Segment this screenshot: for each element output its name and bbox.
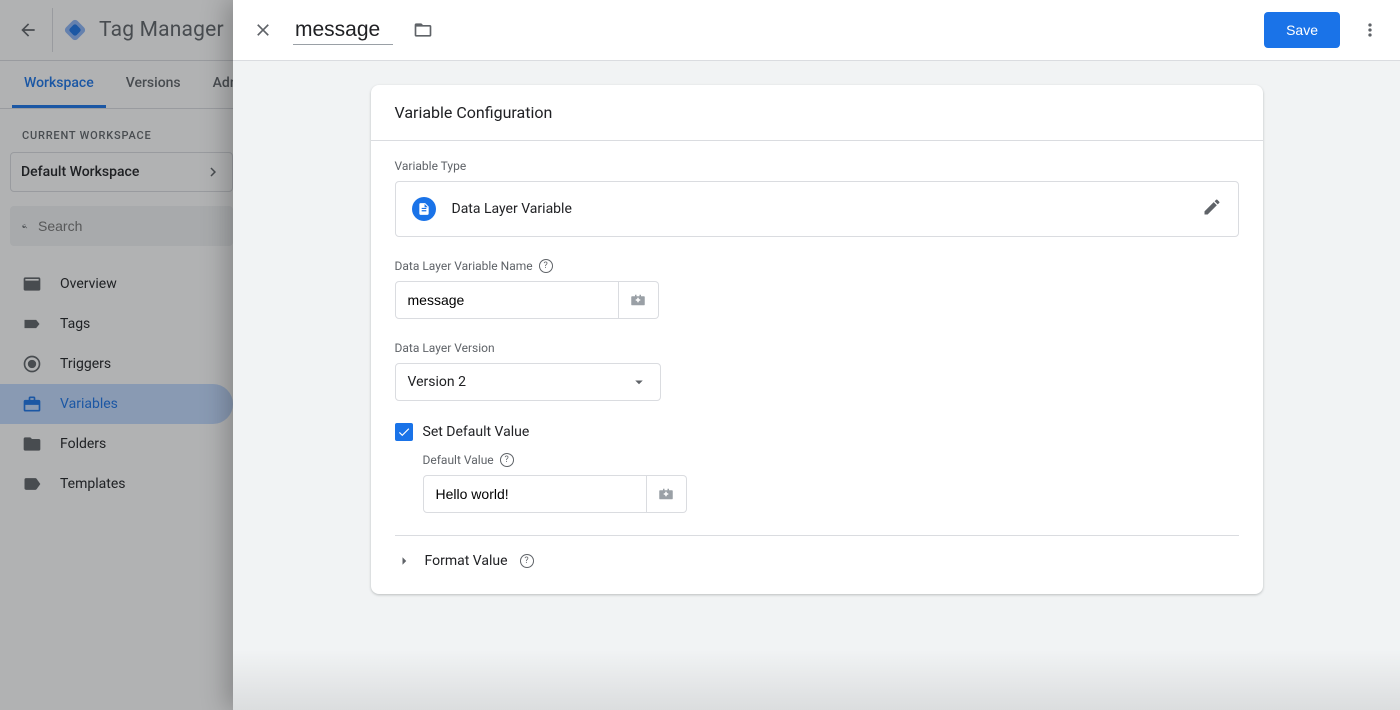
- dlv-name-input[interactable]: [395, 281, 619, 319]
- variable-type-name: Data Layer Variable: [452, 201, 572, 217]
- variable-type-selector[interactable]: Data Layer Variable: [395, 181, 1239, 237]
- variable-name-input[interactable]: [293, 16, 393, 45]
- default-value-input[interactable]: [423, 475, 647, 513]
- brick-plus-icon: [657, 485, 675, 503]
- move-to-folder-button[interactable]: [403, 10, 443, 50]
- divider: [395, 535, 1239, 536]
- more-vert-icon: [1360, 20, 1380, 40]
- check-icon: [397, 425, 411, 439]
- brick-plus-icon: [629, 291, 647, 309]
- variable-editor-panel: Save Variable Configuration Variable Typ…: [233, 0, 1400, 710]
- document-icon: [412, 197, 436, 221]
- card-title: Variable Configuration: [371, 85, 1263, 141]
- dlv-name-label: Data Layer Variable Name ?: [395, 259, 1239, 273]
- format-value-expander[interactable]: Format Value ?: [395, 552, 1239, 570]
- help-icon[interactable]: ?: [520, 554, 534, 568]
- folder-open-icon: [413, 20, 433, 40]
- set-default-checkbox[interactable]: [395, 423, 413, 441]
- more-menu-button[interactable]: [1350, 10, 1390, 50]
- close-button[interactable]: [243, 10, 283, 50]
- dlv-version-select[interactable]: Version 2: [395, 363, 661, 401]
- insert-variable-button[interactable]: [619, 281, 659, 319]
- help-icon[interactable]: ?: [539, 259, 553, 273]
- default-value-label: Default Value ?: [423, 453, 1239, 467]
- save-button[interactable]: Save: [1264, 12, 1340, 48]
- format-value-label: Format Value: [425, 553, 508, 569]
- insert-variable-button[interactable]: [647, 475, 687, 513]
- variable-configuration-card: Variable Configuration Variable Type Dat…: [371, 85, 1263, 594]
- dlv-version-label: Data Layer Version: [395, 341, 1239, 355]
- help-icon[interactable]: ?: [500, 453, 514, 467]
- dlv-version-value: Version 2: [408, 374, 466, 390]
- set-default-label: Set Default Value: [423, 424, 530, 440]
- variable-type-label: Variable Type: [395, 159, 1239, 173]
- arrow-drop-down-icon: [630, 373, 648, 391]
- edit-icon: [1202, 197, 1222, 221]
- chevron-right-icon: [395, 552, 413, 570]
